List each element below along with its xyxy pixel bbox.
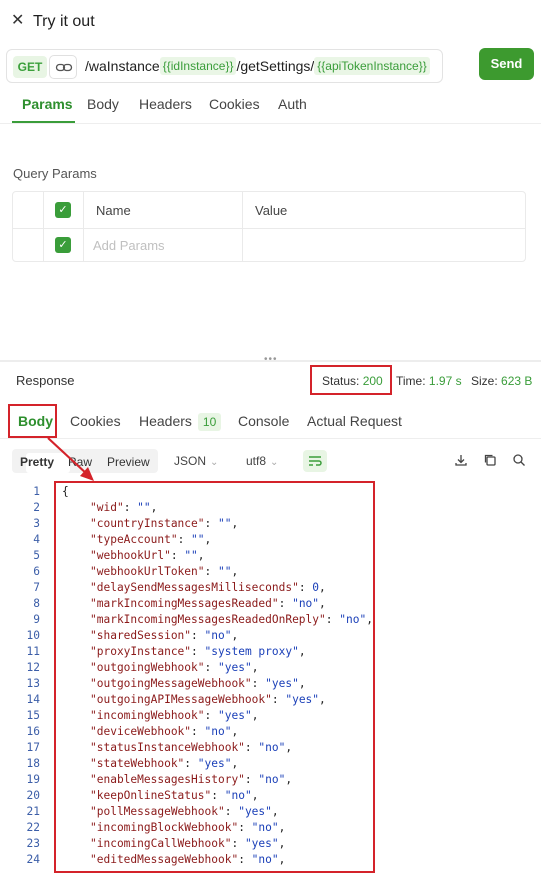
tab-body[interactable]: Body [87, 95, 119, 113]
line-number: 12 [26, 661, 40, 674]
link-button[interactable] [49, 55, 77, 79]
url-variable: {{apiTokenInstance}} [314, 57, 430, 75]
response-tab-console[interactable]: Console [238, 413, 289, 429]
view-mode-raw[interactable]: Raw [68, 455, 92, 469]
line-number: 22 [26, 821, 40, 834]
url-bar[interactable]: GET /waInstance {{idInstance}}/getSetting… [6, 49, 443, 83]
url-segment: /getSettings/ [236, 58, 315, 74]
size-label: Size: [471, 374, 498, 388]
line-number: 9 [33, 613, 40, 626]
line-number: 5 [33, 549, 40, 562]
size-readout: Size: 623 B [471, 374, 532, 388]
response-tab-actual-request[interactable]: Actual Request [307, 413, 402, 429]
line-number: 13 [26, 677, 40, 690]
line-number: 8 [33, 597, 40, 610]
link-icon [55, 63, 73, 72]
line-number: 23 [26, 837, 40, 850]
method-badge[interactable]: GET [13, 56, 47, 78]
request-tabs: Params Body Headers Cookies Auth [0, 88, 541, 124]
line-number: 1 [33, 485, 40, 498]
line-number: 4 [33, 533, 40, 546]
url-variable: {{idInstance}} [159, 57, 237, 75]
line-number: 15 [26, 709, 40, 722]
url-input[interactable]: /waInstance {{idInstance}}/getSettings/{{… [85, 50, 430, 82]
tab-params[interactable]: Params [22, 95, 73, 113]
line-number: 10 [26, 629, 40, 642]
send-button[interactable]: Send [479, 48, 534, 80]
chevron-down-icon: ⌄ [210, 457, 219, 468]
header: ✕ Try it out [0, 0, 541, 44]
size-value: 623 B [501, 374, 533, 388]
response-tab-cookies[interactable]: Cookies [70, 413, 121, 429]
format-select[interactable]: JSON ⌄ [174, 454, 218, 468]
tab-cookies[interactable]: Cookies [209, 95, 260, 113]
wrap-icon [309, 456, 322, 466]
line-number: 19 [26, 773, 40, 786]
tab-headers[interactable]: Headers [139, 95, 192, 113]
wrap-lines-button[interactable] [303, 450, 327, 472]
line-number: 2 [33, 501, 40, 514]
time-value: 1.97 s [428, 374, 462, 388]
url-segment: /waInstance [85, 58, 160, 74]
line-number: 24 [26, 853, 40, 866]
encoding-select[interactable]: utf8 ⌄ [246, 454, 278, 468]
add-params-input[interactable]: Add Params [93, 238, 165, 253]
column-divider [83, 192, 84, 261]
response-body-highlight [54, 481, 375, 873]
line-number: 6 [33, 565, 40, 578]
line-number: 17 [26, 741, 40, 754]
headers-count-badge: 10 [197, 413, 222, 431]
column-divider [242, 192, 243, 261]
response-tab-headers-label: Headers [139, 413, 192, 429]
line-number: 11 [26, 645, 40, 658]
response-label: Response [16, 373, 75, 388]
view-mode-pretty[interactable]: Pretty [20, 455, 54, 469]
format-value: JSON [174, 454, 207, 468]
query-params-label: Query Params [13, 166, 97, 181]
select-all-checkbox[interactable]: ✓ [55, 202, 71, 218]
status-highlight [310, 365, 392, 395]
response-tabs: Body Cookies Headers 10 Console Actual Re… [0, 405, 541, 439]
line-number: 21 [26, 805, 40, 818]
row-checkbox[interactable]: ✓ [55, 237, 71, 253]
view-mode-switch: Pretty Raw Preview [12, 449, 158, 473]
time-readout: Time: 1.97 s [396, 374, 462, 388]
download-icon[interactable] [454, 453, 468, 467]
line-number: 3 [33, 517, 40, 530]
line-number: 16 [26, 725, 40, 738]
body-tab-highlight [8, 404, 57, 438]
line-number: 20 [26, 789, 40, 802]
copy-icon[interactable] [483, 453, 497, 467]
time-label: Time: [396, 374, 426, 388]
line-number: 7 [33, 581, 40, 594]
line-number: 14 [26, 693, 40, 706]
drag-handle-icon[interactable]: ••• [264, 354, 278, 365]
column-header-value: Value [255, 203, 288, 218]
tab-auth[interactable]: Auth [278, 95, 307, 113]
response-toolbar: Pretty Raw Preview JSON ⌄ utf8 ⌄ [0, 447, 541, 475]
close-icon[interactable]: ✕ [11, 12, 24, 30]
view-mode-preview[interactable]: Preview [107, 455, 150, 469]
chevron-down-icon: ⌄ [270, 457, 279, 468]
response-tab-headers[interactable]: Headers 10 [139, 413, 222, 431]
page-title: Try it out [33, 13, 95, 30]
search-icon[interactable] [512, 453, 526, 467]
column-header-name: Name [96, 203, 131, 218]
encoding-value: utf8 [246, 454, 267, 468]
active-tab-indicator [12, 121, 75, 123]
line-number: 18 [26, 757, 40, 770]
column-divider [43, 192, 44, 261]
query-params-table: ✓ Name Value ✓ Add Params [12, 191, 526, 262]
